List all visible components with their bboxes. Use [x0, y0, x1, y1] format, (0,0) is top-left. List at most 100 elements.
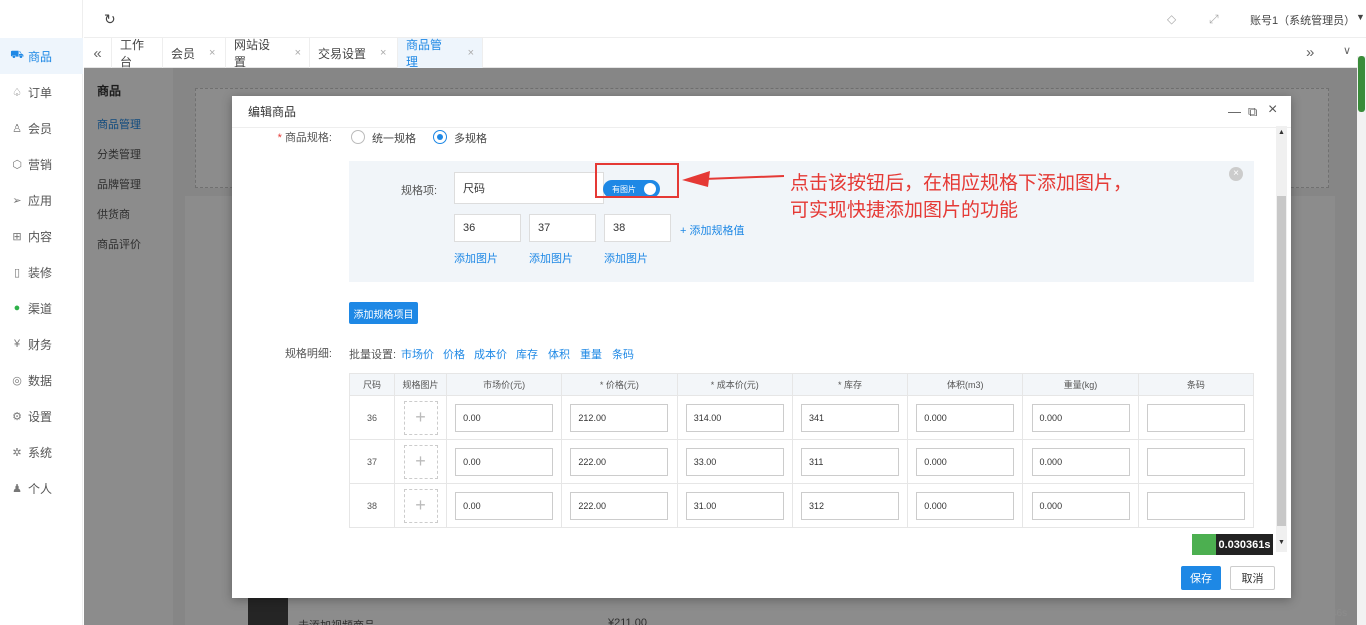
modal-scrollbar-thumb[interactable] [1277, 196, 1286, 526]
cost-price-input[interactable]: 314.00 [685, 403, 784, 432]
tab-goods-management[interactable]: 商品管理 × [398, 38, 483, 69]
nav-item-members[interactable]: ♙ 会员 [0, 110, 83, 146]
tab-workbench[interactable]: 工作台 [112, 38, 163, 69]
spec-value-input[interactable]: 36 [454, 214, 521, 242]
volume-input[interactable]: 0.000 [916, 403, 1015, 432]
weight-input[interactable]: 0.000 [1031, 447, 1130, 476]
tab-members[interactable]: 会员 × [163, 38, 226, 68]
batch-stock[interactable]: 库存 [516, 346, 538, 362]
tag-icon[interactable]: ◇ [1167, 12, 1176, 26]
account-name[interactable]: 账号1（系统管理员） [1250, 12, 1355, 28]
cell-volume: 0.000 [907, 395, 1024, 440]
page-scrollbar-thumb[interactable] [1358, 56, 1365, 112]
fullscreen-icon[interactable]: ⤢ [1209, 12, 1219, 27]
save-button[interactable]: 保存 [1181, 566, 1221, 590]
stock-input[interactable]: 312 [800, 491, 899, 520]
add-image-link[interactable]: 添加图片 [454, 250, 498, 266]
page-scrollbar[interactable] [1357, 56, 1366, 625]
batch-price[interactable]: 价格 [443, 346, 465, 362]
tab-trade-settings[interactable]: 交易设置 × [310, 38, 398, 68]
price-input[interactable]: 222.00 [570, 491, 669, 520]
cell-weight: 0.000 [1022, 395, 1139, 440]
close-icon[interactable]: × [209, 47, 215, 59]
nav-item-channel[interactable]: ● 渠道 [0, 290, 83, 326]
cell-barcode [1137, 483, 1255, 528]
cost-price-input[interactable]: 33.00 [685, 447, 784, 476]
stock-input[interactable]: 341 [800, 403, 899, 432]
add-image-link[interactable]: 添加图片 [604, 250, 648, 266]
caret-down-icon[interactable]: ▼ [1356, 12, 1365, 22]
price-input[interactable]: 212.00 [570, 403, 669, 432]
upload-image-icon[interactable]: + [403, 400, 438, 435]
market-price-input[interactable]: 0.00 [455, 447, 554, 476]
batch-barcode[interactable]: 条码 [612, 346, 634, 362]
spec-value-input[interactable]: 38 [604, 214, 671, 242]
batch-cost-price[interactable]: 成本价 [474, 346, 507, 362]
barcode-input[interactable] [1146, 447, 1245, 476]
stock-input[interactable]: 311 [800, 447, 899, 476]
highlight-box [595, 163, 679, 198]
minimize-icon[interactable]: — [1228, 104, 1241, 119]
scroll-up-icon[interactable]: ▲ [1278, 129, 1285, 136]
nav-item-decorate[interactable]: ▯ 装修 [0, 254, 83, 290]
tabs-right-icon[interactable]: » [1306, 44, 1314, 61]
tab-label: 工作台 [120, 38, 145, 69]
nav-item-orders[interactable]: ♤ 订单 [0, 74, 83, 110]
cost-price-input[interactable]: 31.00 [685, 491, 784, 520]
nav-item-apps[interactable]: ➢ 应用 [0, 182, 83, 218]
nav-item-marketing[interactable]: ⬡ 营销 [0, 146, 83, 182]
add-image-link[interactable]: 添加图片 [529, 250, 573, 266]
tabs-menu-icon[interactable]: ∨ [1343, 44, 1351, 57]
upload-image-icon[interactable]: + [403, 444, 438, 479]
spec-value-input[interactable]: 37 [529, 214, 596, 242]
price-input[interactable]: 222.00 [570, 447, 669, 476]
nav-item-settings[interactable]: ⚙ 设置 [0, 398, 83, 434]
batch-weight[interactable]: 重量 [580, 346, 602, 362]
radio-single-spec[interactable] [351, 130, 365, 144]
spec-item-input[interactable]: 尺码 [454, 172, 604, 204]
volume-input[interactable]: 0.000 [916, 491, 1015, 520]
nav-item-data[interactable]: ◎ 数据 [0, 362, 83, 398]
batch-volume[interactable]: 体积 [548, 346, 570, 362]
table-row: 37 + 0.00 222.00 33.00 311 0.000 0.000 [349, 439, 1255, 484]
scroll-down-icon[interactable]: ▼ [1278, 539, 1285, 546]
add-spec-value-link[interactable]: + 添加规格值 [680, 222, 744, 238]
tab-label: 网站设置 [234, 38, 271, 69]
batch-market-price[interactable]: 市场价 [401, 346, 434, 362]
close-icon[interactable]: × [1268, 101, 1277, 119]
cell-image: + [394, 395, 447, 440]
add-spec-item-button[interactable]: 添加规格项目 [349, 302, 418, 324]
cancel-button[interactable]: 取消 [1230, 566, 1275, 590]
close-icon[interactable]: × [380, 47, 386, 59]
tabs-left-icon[interactable]: « [84, 38, 112, 68]
maximize-icon[interactable]: ⧉ [1248, 104, 1257, 120]
refresh-icon[interactable]: ↻ [104, 11, 116, 28]
weight-input[interactable]: 0.000 [1031, 491, 1130, 520]
market-price-input[interactable]: 0.00 [455, 491, 554, 520]
remove-spec-icon[interactable]: × [1229, 167, 1243, 181]
tab-site-settings[interactable]: 网站设置 × [226, 38, 310, 69]
col-market-price: 市场价(元) [445, 373, 563, 396]
nav-item-system[interactable]: ✲ 系统 [0, 434, 83, 470]
nav-item-content[interactable]: ⊞ 内容 [0, 218, 83, 254]
nav-item-personal[interactable]: ♟ 个人 [0, 470, 83, 506]
volume-input[interactable]: 0.000 [916, 447, 1015, 476]
barcode-input[interactable] [1146, 491, 1245, 520]
market-price-input[interactable]: 0.00 [455, 403, 554, 432]
upload-image-icon[interactable]: + [403, 488, 438, 523]
nav-label: 个人 [28, 481, 53, 496]
modal-scrollbar[interactable]: ▲ ▼ [1276, 126, 1287, 552]
nav-item-goods[interactable]: ⛟ 商品 [0, 38, 83, 74]
weight-input[interactable]: 0.000 [1031, 403, 1130, 432]
cell-market: 0.00 [445, 395, 563, 440]
radio-multi-spec[interactable] [433, 130, 447, 144]
send-icon: ➢ [12, 194, 22, 207]
nav-item-finance[interactable]: ¥ 财务 [0, 326, 83, 362]
barcode-input[interactable] [1146, 403, 1245, 432]
close-icon[interactable]: × [468, 47, 474, 59]
cell-cost: 314.00 [676, 395, 793, 440]
close-icon[interactable]: × [295, 47, 301, 59]
cell-weight: 0.000 [1022, 439, 1139, 484]
left-nav: ⛟ 商品 ♤ 订单 ♙ 会员 ⬡ 营销 ➢ 应用 ⊞ 内容 ▯ 装修 ● 渠道 ¥ 财务 ◎ 数据 … [0, 0, 83, 625]
nav-label: 订单 [28, 85, 53, 100]
